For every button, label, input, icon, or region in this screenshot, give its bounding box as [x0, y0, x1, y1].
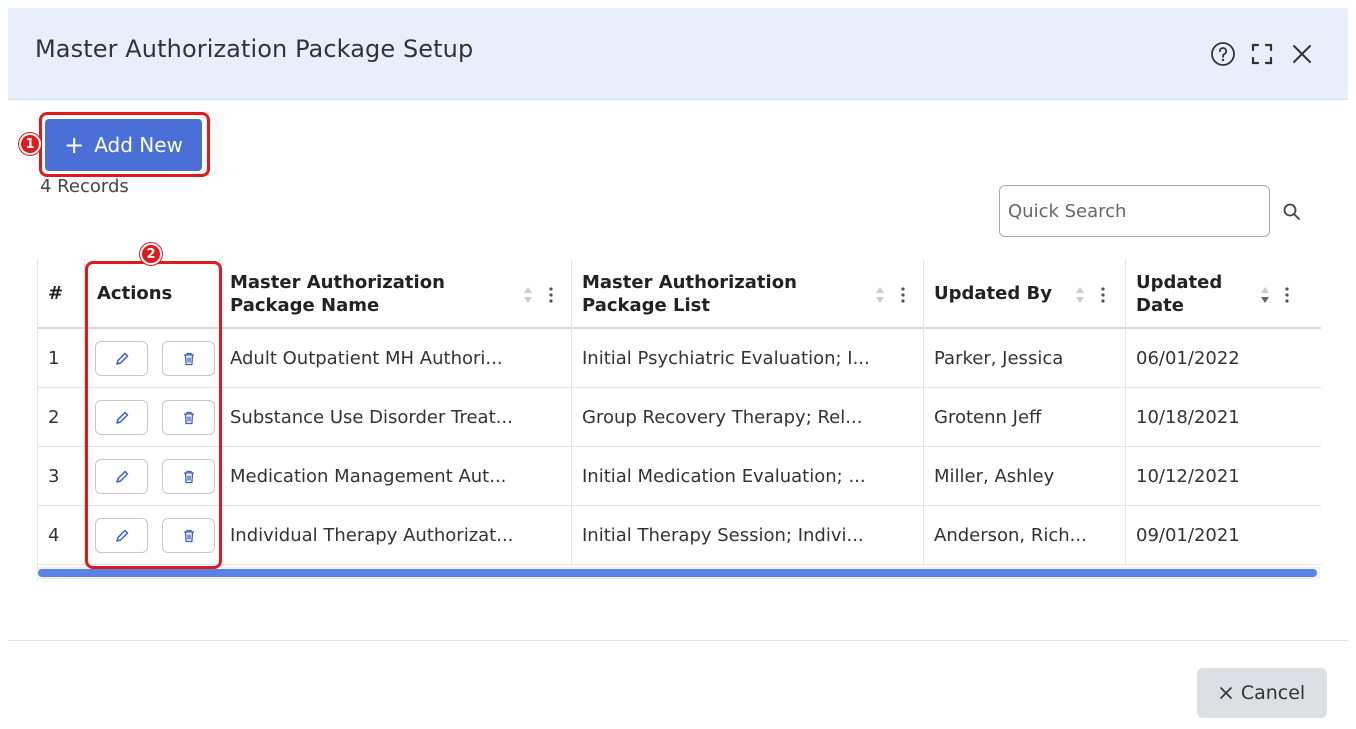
annotation-badge-2: 2 [140, 243, 162, 265]
help-icon[interactable] [1209, 40, 1237, 68]
delete-button[interactable] [162, 341, 215, 376]
grid-header-row: # Actions Master Authorization Package N… [38, 259, 1321, 329]
data-grid: # Actions Master Authorization Package N… [37, 259, 1321, 581]
edit-button[interactable] [95, 459, 148, 494]
column-header-updated-by[interactable]: Updated By [924, 259, 1126, 329]
pencil-icon [115, 352, 128, 365]
modal-header: Master Authorization Package Setup [8, 8, 1348, 100]
expand-icon[interactable] [1248, 40, 1276, 68]
cell-updated-date: 09/01/2021 [1136, 524, 1240, 546]
add-new-label: Add New [94, 133, 183, 157]
sort-icon[interactable] [1074, 285, 1086, 305]
column-menu-icon[interactable] [1284, 285, 1290, 305]
cell-index: 2 [38, 388, 85, 446]
records-count: 4 Records [40, 176, 129, 197]
cell-updated-date: 06/01/2022 [1136, 347, 1240, 369]
column-header-updated-date[interactable]: Updated Date [1126, 259, 1321, 329]
trash-icon [183, 411, 194, 424]
table-row: 3 Medication Management Aut... Initial M… [38, 447, 1321, 506]
edit-button[interactable] [95, 400, 148, 435]
trash-icon [183, 529, 194, 542]
cell-package-name: Medication Management Aut... [220, 447, 572, 505]
modal-title: Master Authorization Package Setup [35, 35, 474, 63]
cell-package-name: Individual Therapy Authorizat... [220, 506, 572, 564]
quick-search-input[interactable] [999, 185, 1270, 237]
sort-descending-icon[interactable] [1259, 285, 1271, 305]
cancel-button[interactable]: Cancel [1197, 668, 1327, 718]
cell-actions [85, 329, 220, 387]
cell-updated-by: Anderson, Rich... [924, 506, 1126, 564]
column-header-index[interactable]: # [38, 259, 85, 329]
cell-package-list: Initial Medication Evaluation; ... [572, 447, 924, 505]
cell-package-name: Substance Use Disorder Treat... [220, 388, 572, 446]
column-header-actions[interactable]: Actions [85, 259, 220, 329]
trash-icon [183, 352, 194, 365]
edit-button[interactable] [95, 341, 148, 376]
cell-updated-by: Miller, Ashley [924, 447, 1126, 505]
cancel-label: Cancel [1240, 682, 1306, 704]
plus-icon: + [64, 131, 85, 159]
close-icon [1220, 687, 1232, 699]
cell-updated-date: 10/18/2021 [1136, 406, 1240, 428]
delete-button[interactable] [162, 459, 215, 494]
cell-actions [85, 388, 220, 446]
sort-icon[interactable] [874, 285, 886, 305]
cell-index: 1 [38, 329, 85, 387]
add-new-button[interactable]: + Add New [45, 119, 202, 171]
cell-package-list: Group Recovery Therapy; Rel... [572, 388, 924, 446]
cell-updated-date: 10/12/2021 [1136, 465, 1240, 487]
cell-updated-by: Grotenn Jeff [924, 388, 1126, 446]
annotation-badge-1: 1 [19, 133, 41, 155]
cell-package-list: Initial Therapy Session; Indivi... [572, 506, 924, 564]
pencil-icon [115, 470, 128, 483]
close-icon[interactable] [1288, 40, 1316, 68]
cell-package-list: Initial Psychiatric Evaluation; I... [572, 329, 924, 387]
search-icon[interactable] [1280, 200, 1304, 224]
table-row: 2 Substance Use Disorder Treat... Group … [38, 388, 1321, 447]
cell-actions [85, 506, 220, 564]
horizontal-scrollbar-thumb[interactable] [38, 569, 1317, 577]
cell-index: 4 [38, 506, 85, 564]
pencil-icon [115, 411, 128, 424]
edit-button[interactable] [95, 518, 148, 553]
column-header-package-name[interactable]: Master Authorization Package Name [220, 259, 572, 329]
cell-updated-by: Parker, Jessica [924, 329, 1126, 387]
sort-icon[interactable] [522, 285, 534, 305]
column-header-package-list[interactable]: Master Authorization Package List [572, 259, 924, 329]
table-row: 4 Individual Therapy Authorizat... Initi… [38, 506, 1321, 565]
trash-icon [183, 470, 194, 483]
cell-package-name: Adult Outpatient MH Authori... [220, 329, 572, 387]
delete-button[interactable] [162, 400, 215, 435]
column-menu-icon[interactable] [900, 285, 906, 305]
column-menu-icon[interactable] [548, 285, 554, 305]
delete-button[interactable] [162, 518, 215, 553]
cell-actions [85, 447, 220, 505]
cell-index: 3 [38, 447, 85, 505]
column-menu-icon[interactable] [1100, 285, 1106, 305]
table-row: 1 Adult Outpatient MH Authori... Initial… [38, 329, 1321, 388]
pencil-icon [115, 529, 128, 542]
